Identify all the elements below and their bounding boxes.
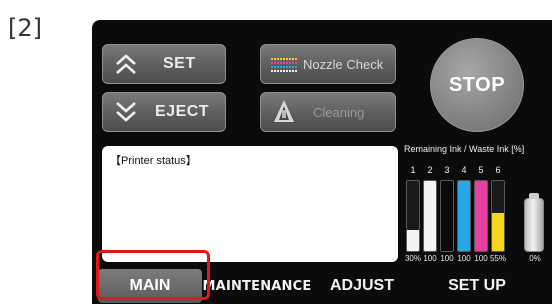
- set-button-label: SET: [163, 55, 196, 72]
- tab-maintenance[interactable]: MAINTENANCE: [202, 269, 312, 303]
- ink-level-fill: [441, 181, 453, 251]
- nozzle-check-label: Nozzle Check: [303, 56, 384, 72]
- ink-cartridge-gauge: [440, 180, 454, 252]
- ink-slot-number: 5: [478, 165, 484, 175]
- ink-level-fill: [475, 181, 487, 251]
- ink-slot-number: 6: [495, 165, 501, 175]
- eject-button-label: EJECT: [155, 103, 210, 120]
- ink-slot-number: 2: [427, 165, 433, 175]
- ink-level-percent: 55%: [489, 254, 506, 263]
- stop-button[interactable]: STOP: [430, 38, 524, 132]
- ink-cartridge-gauge: [491, 180, 505, 252]
- cleaning-label: Cleaning: [313, 104, 365, 120]
- nozzle-pattern-icon: [265, 45, 303, 83]
- stop-button-label: STOP: [448, 73, 506, 96]
- waste-ink-percent: 0%: [529, 254, 541, 263]
- ink-slot-number: 3: [444, 165, 450, 175]
- set-button[interactable]: SET: [102, 44, 226, 84]
- ink-panel-title: Remaining Ink / Waste Ink [%]: [404, 144, 525, 154]
- cleaning-button[interactable]: Cleaning: [260, 92, 396, 132]
- ink-cartridge-gauge: [406, 180, 420, 252]
- ink-cartridge-gauge: [423, 180, 437, 252]
- nozzle-check-button[interactable]: Nozzle Check: [260, 44, 396, 84]
- ink-level-percent: 100: [474, 254, 488, 263]
- ink-cartridge-gauge: [457, 180, 471, 252]
- ink-slot-number: 4: [461, 165, 467, 175]
- printer-status-title: 【Printer status】: [110, 155, 197, 167]
- chevron-double-up-icon: [107, 45, 145, 83]
- ink-level-percent: 100: [423, 254, 437, 263]
- ink-level-fill: [458, 181, 470, 251]
- bottom-tab-bar: MAIN MAINTENANCE ADJUST SET UP: [92, 268, 552, 304]
- ink-level-percent: 30%: [404, 254, 421, 263]
- chevron-double-down-icon: [107, 93, 145, 131]
- cleaning-head-icon: [265, 93, 303, 131]
- printer-status-panel: 【Printer status】: [102, 146, 398, 262]
- ink-level-fill: [492, 212, 504, 251]
- tab-adjust[interactable]: ADJUST: [312, 269, 412, 303]
- printer-control-screen: SET EJECT Nozzle Check Cleaning STOP 【Pr…: [92, 20, 552, 304]
- ink-slot-number: 1: [410, 165, 416, 175]
- ink-cartridge-gauge: [474, 180, 488, 252]
- ink-level-fill: [407, 230, 419, 251]
- figure-label: [2]: [8, 14, 42, 42]
- tab-setup[interactable]: SET UP: [412, 269, 542, 303]
- ink-level-percent: 100: [440, 254, 454, 263]
- waste-bottle-cap: [529, 193, 539, 199]
- eject-button[interactable]: EJECT: [102, 92, 226, 132]
- waste-ink-bottle: [524, 193, 544, 252]
- ink-level-percent: 100: [457, 254, 471, 263]
- ink-level-panel: Remaining Ink / Waste Ink [%] 1 30% 2 100 3 1…: [404, 144, 552, 266]
- ink-level-fill: [424, 181, 436, 251]
- tab-main[interactable]: MAIN: [98, 269, 202, 303]
